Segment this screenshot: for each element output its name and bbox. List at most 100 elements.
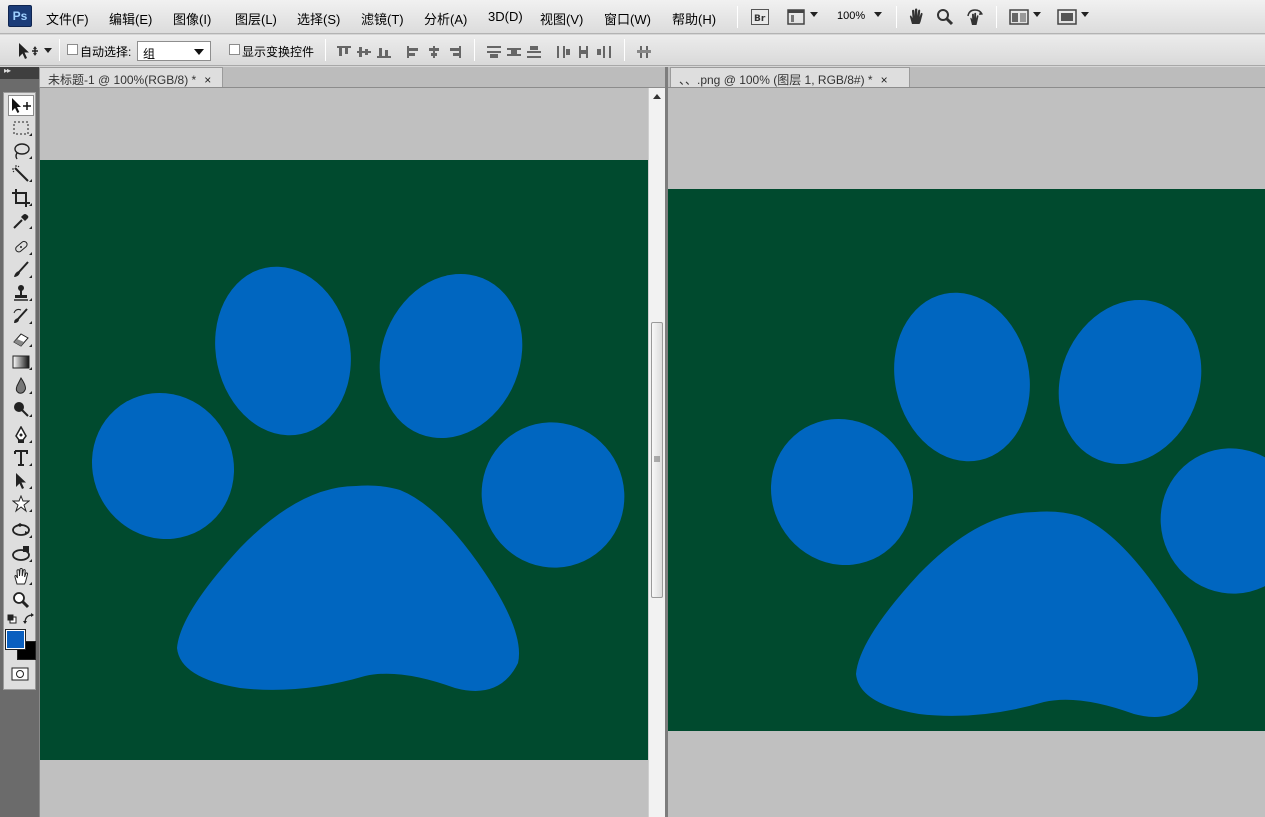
move-tool-icon[interactable]: [8, 95, 34, 116]
options-separator: [624, 39, 625, 61]
menu-help[interactable]: 帮助(H): [672, 9, 716, 28]
screen-layout-icon[interactable]: [786, 8, 806, 26]
lasso-tool-icon[interactable]: [8, 140, 34, 161]
distribute-right-icon[interactable]: [597, 46, 611, 58]
zoom-tool-icon[interactable]: [8, 589, 34, 610]
distribute-horizontal-center-icon[interactable]: [577, 46, 591, 58]
swap-colors-icon[interactable]: [23, 613, 35, 625]
options-separator: [59, 39, 60, 61]
distribute-left-icon[interactable]: [557, 46, 571, 58]
close-icon[interactable]: ×: [881, 73, 888, 87]
auto-select-dropdown[interactable]: 组: [137, 41, 211, 61]
crop-tool-icon[interactable]: [8, 187, 34, 208]
document-tab-2[interactable]: 、、.png @ 100% (图层 1, RGB/8#) * ×: [670, 67, 910, 87]
eyedropper-tool-icon[interactable]: [8, 210, 34, 231]
toolbox: [3, 92, 36, 690]
scrollbar-thumb[interactable]: [651, 322, 663, 598]
tools-panel-header[interactable]: ▸▸: [0, 66, 39, 79]
hand-icon[interactable]: [906, 8, 926, 26]
document-tab-bar-1: 未标题-1 @ 100%(RGB/8) * ×: [39, 67, 665, 88]
options-separator: [474, 39, 475, 61]
menu-file[interactable]: 文件(F): [46, 9, 89, 28]
collapse-icon[interactable]: ▸▸: [4, 66, 11, 75]
dodge-tool-icon[interactable]: [8, 398, 34, 419]
chevron-down-icon[interactable]: [1033, 12, 1041, 17]
align-bottom-icon[interactable]: [377, 46, 391, 58]
default-colors-icon[interactable]: [7, 614, 17, 624]
align-vertical-center-icon[interactable]: [357, 46, 371, 58]
clone-stamp-tool-icon[interactable]: [8, 282, 34, 303]
auto-align-layers-icon[interactable]: [637, 46, 651, 58]
document-tab-bar-2: 、、.png @ 100% (图层 1, RGB/8#) * ×: [668, 67, 1265, 88]
history-brush-tool-icon[interactable]: [8, 305, 34, 326]
rotate-view-icon[interactable]: [964, 8, 986, 26]
bridge-icon[interactable]: Br: [750, 8, 770, 26]
distribute-top-icon[interactable]: [487, 46, 501, 58]
show-transform-checkbox[interactable]: [229, 44, 240, 55]
align-top-icon[interactable]: [337, 46, 351, 58]
chevron-down-icon[interactable]: [810, 12, 818, 17]
custom-shape-tool-icon[interactable]: [8, 493, 34, 514]
menu-filter[interactable]: 滤镜(T): [361, 9, 404, 28]
scroll-up-arrow-icon[interactable]: [653, 94, 661, 99]
align-right-icon[interactable]: [447, 46, 461, 58]
chevron-down-icon: [194, 49, 204, 55]
pen-tool-icon[interactable]: [8, 424, 34, 445]
document-window-1: [39, 88, 665, 817]
brush-tool-icon[interactable]: [8, 259, 34, 280]
menu-window[interactable]: 窗口(W): [604, 9, 651, 28]
3d-orbit-tool-icon[interactable]: [8, 543, 34, 564]
document-tab-title: 未标题-1 @ 100%(RGB/8) *: [48, 73, 197, 87]
tool-preset-picker[interactable]: [17, 41, 41, 61]
document-canvas-2[interactable]: [668, 88, 1265, 817]
menu-select[interactable]: 选择(S): [297, 9, 340, 28]
blur-tool-icon[interactable]: [8, 375, 34, 396]
auto-select-checkbox[interactable]: [67, 44, 78, 55]
close-icon[interactable]: ×: [204, 73, 211, 87]
grip-icon: [654, 456, 660, 462]
zoom-level[interactable]: 100%: [837, 10, 865, 22]
quick-mask-icon[interactable]: [11, 667, 29, 681]
chevron-down-icon[interactable]: [874, 12, 882, 17]
menu-3d[interactable]: 3D(D): [488, 9, 523, 24]
auto-select-label: 自动选择:: [80, 45, 132, 59]
align-horizontal-center-icon[interactable]: [427, 46, 441, 58]
menu-view[interactable]: 视图(V): [540, 9, 583, 28]
vertical-scrollbar[interactable]: [648, 88, 665, 817]
menu-edit[interactable]: 编辑(E): [109, 9, 152, 28]
auto-select-value: 组: [143, 47, 156, 61]
hand-tool-icon[interactable]: [8, 566, 34, 587]
document-window-2: [668, 88, 1265, 817]
options-bar: 自动选择: 组 显示变换控件: [0, 35, 1265, 66]
healing-brush-tool-icon[interactable]: [8, 236, 34, 257]
distribute-bottom-icon[interactable]: [527, 46, 541, 58]
3d-rotate-tool-icon[interactable]: [8, 519, 34, 540]
foreground-color-swatch[interactable]: [5, 629, 26, 650]
magic-wand-tool-icon[interactable]: [8, 163, 34, 184]
document-tab-1[interactable]: 未标题-1 @ 100%(RGB/8) * ×: [39, 67, 223, 87]
path-selection-tool-icon[interactable]: [8, 470, 34, 491]
screen-mode-icon[interactable]: [1056, 8, 1078, 26]
gradient-tool-icon[interactable]: [8, 351, 34, 372]
menu-analysis[interactable]: 分析(A): [424, 9, 467, 28]
marquee-tool-icon[interactable]: [8, 117, 34, 138]
menu-separator: [996, 6, 997, 28]
menu-separator: [737, 6, 738, 28]
menu-layer[interactable]: 图层(L): [235, 9, 277, 28]
menu-bar: Ps 文件(F) 编辑(E) 图像(I) 图层(L) 选择(S) 滤镜(T) 分…: [0, 0, 1265, 34]
arrange-documents-icon[interactable]: [1008, 8, 1030, 26]
photoshop-logo: Ps: [8, 5, 32, 27]
align-left-icon[interactable]: [407, 46, 421, 58]
chevron-down-icon[interactable]: [44, 48, 52, 53]
eraser-tool-icon[interactable]: [8, 328, 34, 349]
menu-separator: [896, 6, 897, 28]
zoom-icon[interactable]: [935, 8, 955, 26]
options-separator: [325, 39, 326, 61]
chevron-down-icon[interactable]: [1081, 12, 1089, 17]
distribute-vertical-center-icon[interactable]: [507, 46, 521, 58]
document-canvas-1[interactable]: [40, 88, 649, 817]
svg-text:Br: Br: [754, 14, 766, 24]
menu-image[interactable]: 图像(I): [173, 9, 211, 28]
type-tool-icon[interactable]: [8, 447, 34, 468]
show-transform-label: 显示变换控件: [242, 45, 315, 59]
